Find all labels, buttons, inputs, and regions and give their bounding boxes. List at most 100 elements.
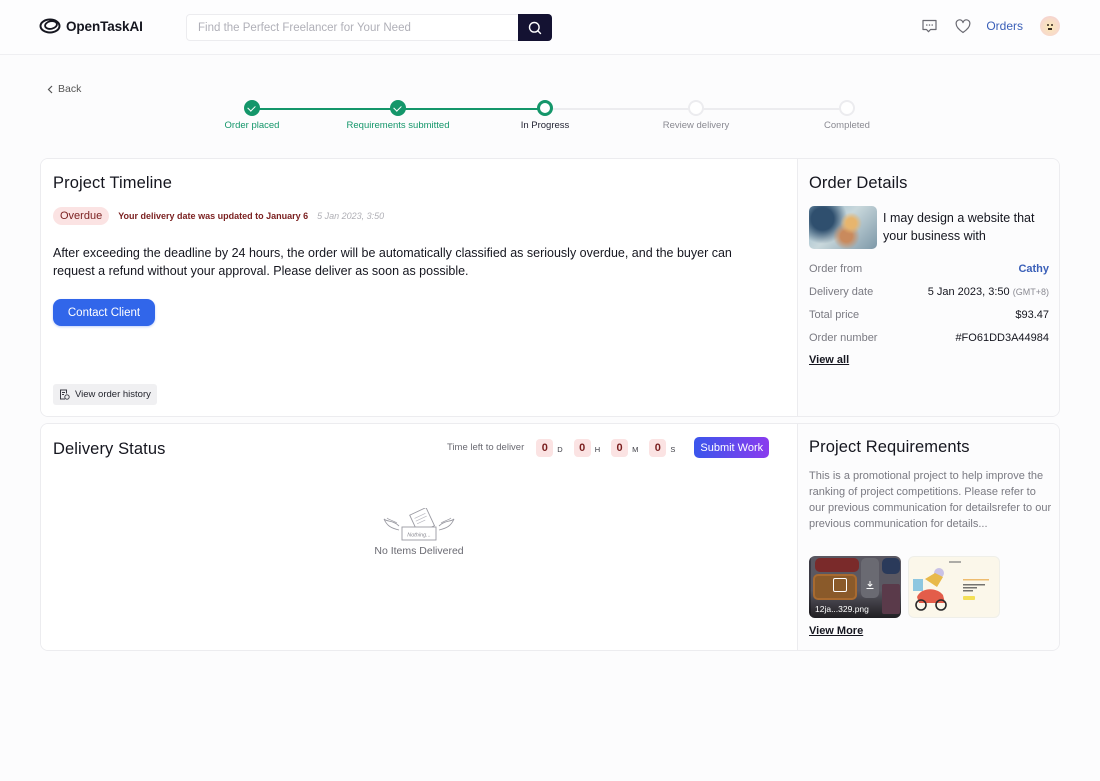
attachment-thumbnail[interactable] xyxy=(908,556,1000,618)
favorites-button[interactable] xyxy=(954,17,972,35)
section-title: Order Details xyxy=(809,174,908,192)
brand-logo[interactable]: OpenTaskAI xyxy=(39,17,143,35)
project-timeline-section: Project Timeline Overdue Your delivery d… xyxy=(41,159,797,416)
view-more-link[interactable]: View More xyxy=(809,625,863,637)
step-in-progress: In Progress xyxy=(465,99,625,131)
view-all-link[interactable]: View all xyxy=(809,354,849,366)
order-details-section: Order Details I may design a website tha… xyxy=(797,159,1059,416)
contact-client-button[interactable]: Contact Client xyxy=(53,299,155,326)
delivery-date-value-group: 5 Jan 2023, 3:50 (GMT+8) xyxy=(928,286,1049,298)
countdown-unit: D xyxy=(557,445,563,454)
top-nav: OpenTaskAI Orders xyxy=(0,0,1100,55)
back-label: Back xyxy=(58,83,82,95)
timeline-status-row: Overdue Your delivery date was updated t… xyxy=(53,207,384,225)
countdown-unit: H xyxy=(594,445,601,454)
attachments-list: 12ja...329.png xyxy=(809,556,1000,618)
row-label: Total price xyxy=(809,309,860,321)
section-title: Project Timeline xyxy=(53,174,172,192)
step-completed: Completed xyxy=(767,99,927,131)
check-icon xyxy=(390,100,406,116)
order-details-list: Order from Cathy Delivery date 5 Jan 202… xyxy=(809,263,1049,355)
attachment-thumbnail[interactable]: 12ja...329.png xyxy=(809,556,901,618)
countdown-hours: 0 xyxy=(573,438,591,457)
step-label: Completed xyxy=(824,120,870,131)
expand-icon[interactable] xyxy=(833,578,847,592)
avatar-mouth xyxy=(1048,28,1052,30)
pending-step-icon xyxy=(688,100,704,116)
delivery-panel: Delivery Status Time left to deliver 0 D… xyxy=(40,423,1060,651)
back-button[interactable]: Back xyxy=(47,83,81,95)
nav-actions: Orders xyxy=(920,16,1060,36)
row-label: Delivery date xyxy=(809,286,874,298)
step-requirements-submitted: Requirements submitted xyxy=(318,99,478,131)
chevron-left-icon xyxy=(47,85,53,93)
empty-illustration-caption: Nothing... xyxy=(407,533,431,539)
delivery-date-value: 5 Jan 2023, 3:50 xyxy=(927,286,1010,298)
chat-icon xyxy=(922,19,937,33)
timeline-update-text: Your delivery date was updated to Januar… xyxy=(118,211,309,221)
pending-step-icon xyxy=(839,100,855,116)
thumbnail-shape xyxy=(882,584,900,614)
order-number-row: Order number #FO61DD3A44984 xyxy=(809,332,1049,355)
gig-thumbnail[interactable] xyxy=(809,206,877,249)
timezone-label: (GMT+8) xyxy=(1012,287,1049,297)
gig-title: I may design a website that your busines… xyxy=(883,211,1035,243)
messages-button[interactable] xyxy=(920,17,938,35)
timeline-update-time: 5 Jan 2023, 3:50 xyxy=(317,211,385,221)
total-price-value: $93.47 xyxy=(1015,309,1049,321)
check-icon xyxy=(244,100,260,116)
avatar-eye xyxy=(1051,24,1053,26)
heart-icon xyxy=(955,18,971,33)
current-step-icon xyxy=(537,100,553,116)
step-label: Order placed xyxy=(224,120,280,131)
thumbnail-shape xyxy=(815,558,859,572)
orders-link[interactable]: Orders xyxy=(986,19,1023,33)
order-number-value: #FO61DD3A44984 xyxy=(955,332,1049,344)
section-title: Project Requirements xyxy=(809,438,970,456)
logo-icon xyxy=(39,18,61,34)
search-icon xyxy=(528,21,542,34)
scooter-illustration-icon xyxy=(913,561,989,611)
search-button[interactable] xyxy=(518,14,552,41)
brand-name: OpenTaskAI xyxy=(66,18,143,34)
view-order-history-button[interactable]: View order history xyxy=(53,384,157,405)
gig-summary[interactable]: I may design a website that your busines… xyxy=(809,206,1055,249)
delivery-date-row: Delivery date 5 Jan 2023, 3:50 (GMT+8) xyxy=(809,286,1049,309)
countdown-days: 0 xyxy=(536,438,554,457)
countdown-unit: M xyxy=(632,445,639,454)
delivery-status-section: Delivery Status Time left to deliver 0 D… xyxy=(41,424,797,650)
search-input[interactable] xyxy=(187,15,518,40)
buyer-name-link[interactable]: Cathy xyxy=(1018,263,1049,275)
delivery-countdown: Time left to deliver 0 D 0 H 0 M 0 S Sub… xyxy=(447,437,770,458)
empty-state: Nothing... No Items Delivered xyxy=(361,508,477,557)
row-label: Order from xyxy=(809,263,863,275)
step-label: Review delivery xyxy=(662,120,730,131)
step-label: In Progress xyxy=(520,120,570,131)
thumbnail-shape xyxy=(882,558,900,574)
countdown-minutes: 0 xyxy=(611,438,629,457)
requirements-text: This is a promotional project to help im… xyxy=(809,470,1052,530)
submit-work-button[interactable]: Submit Work xyxy=(694,437,770,458)
empty-box-with-wings-icon: Nothing... xyxy=(383,508,455,541)
row-label: Order number xyxy=(809,332,878,344)
countdown-label: Time left to deliver xyxy=(447,442,525,453)
countdown-unit: S xyxy=(670,445,676,454)
section-title: Delivery Status xyxy=(53,440,166,458)
search-bar xyxy=(186,14,552,41)
view-order-history-label: View order history xyxy=(75,389,151,400)
attachment-filename: 12ja...329.png xyxy=(815,604,869,614)
status-badge: Overdue xyxy=(53,207,110,225)
download-icon[interactable] xyxy=(865,580,875,590)
thumbnail-shape xyxy=(861,558,879,598)
step-label: Requirements submitted xyxy=(346,120,450,131)
history-document-icon xyxy=(60,389,70,400)
step-order-placed: Order placed xyxy=(172,99,332,131)
project-requirements-section: Project Requirements This is a promotion… xyxy=(797,424,1059,650)
order-overview-panel: Project Timeline Overdue Your delivery d… xyxy=(40,158,1060,417)
avatar[interactable] xyxy=(1040,16,1060,36)
total-price-row: Total price $93.47 xyxy=(809,309,1049,332)
avatar-eye xyxy=(1047,24,1049,26)
order-progress-stepper: Order placed Requirements submitted In P… xyxy=(0,99,1100,139)
order-from-row: Order from Cathy xyxy=(809,263,1049,286)
timeline-notice: After exceeding the deadline by 24 hours… xyxy=(53,246,732,278)
